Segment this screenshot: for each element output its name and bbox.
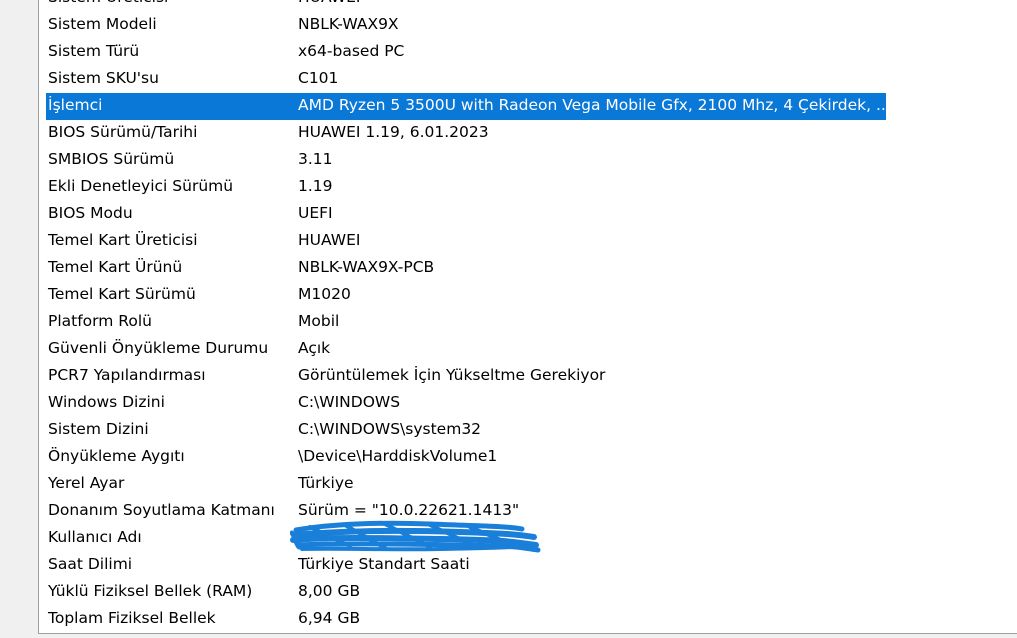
table-row[interactable]: Saat Dilimi Türkiye Standart Saati (39, 552, 1017, 579)
item-label: Yerel Ayar (48, 474, 125, 492)
item-value: x64-based PC (298, 42, 405, 60)
item-value: \Device\HarddiskVolume1 (298, 447, 498, 465)
table-row[interactable]: Yüklü Fiziksel Bellek (RAM) 8,00 GB (39, 579, 1017, 606)
item-value: 1.19 (298, 177, 333, 195)
table-row[interactable]: BIOS Modu UEFI (39, 201, 1017, 228)
item-label: Sistem SKU'su (48, 69, 159, 87)
table-row[interactable]: PCR7 Yapılandırması Görüntülemek İçin Yük… (39, 363, 1017, 390)
item-label: PCR7 Yapılandırması (48, 366, 206, 384)
item-label: Windows Dizini (48, 393, 165, 411)
table-row[interactable]: Sistem Dizini C:\WINDOWS\system32 (39, 417, 1017, 444)
item-label: Temel Kart Ürünü (48, 258, 183, 276)
item-value: Görüntülemek İçin Yükseltme Gerekiyor (298, 366, 606, 384)
item-label: Platform Rolü (48, 312, 152, 330)
table-row[interactable]: Önyükleme Aygıtı \Device\HarddiskVolume1 (39, 444, 1017, 471)
item-value: UEFI (298, 204, 333, 222)
table-row[interactable]: Toplam Fiziksel Bellek 6,94 GB (39, 606, 1017, 633)
item-value: Açık (298, 339, 331, 357)
table-row[interactable]: Platform Rolü Mobil (39, 309, 1017, 336)
item-value: HUAWEI (298, 231, 361, 249)
item-value: C:\WINDOWS\system32 (298, 420, 482, 438)
item-value: NBLK-WAX9X-PCB (298, 258, 435, 276)
item-label: Sistem Modeli (48, 15, 157, 33)
item-value: HUAWEI (298, 0, 360, 6)
table-row[interactable]: SMBIOS Sürümü 3.11 (39, 147, 1017, 174)
item-label: Sistem Dizini (48, 420, 149, 438)
item-label: İşlemci (48, 96, 103, 114)
table-row[interactable]: Sistem Üreticisi HUAWEI (39, 0, 1017, 12)
table-row[interactable]: Temel Kart Ürünü NBLK-WAX9X-PCB (39, 255, 1017, 282)
item-label: Kullanıcı Adı (48, 528, 142, 546)
table-row[interactable]: Windows Dizini C:\WINDOWS (39, 390, 1017, 417)
table-row[interactable]: Temel Kart Üreticisi HUAWEI (39, 228, 1017, 255)
item-value: 6,94 GB (298, 609, 361, 627)
table-row[interactable]: Sistem Modeli NBLK-WAX9X (39, 12, 1017, 39)
system-information-window: Sistem Üreticisi HUAWEI Sistem Modeli NBLK-… (0, 0, 1017, 638)
table-row[interactable]: Temel Kart Sürümü M1020 (39, 282, 1017, 309)
item-value: 3.11 (298, 150, 333, 168)
item-label: Temel Kart Üreticisi (48, 231, 198, 249)
item-label: Toplam Fiziksel Bellek (48, 609, 216, 627)
redaction-scribble (290, 520, 541, 553)
item-label: Temel Kart Sürümü (48, 285, 196, 303)
item-value: Mobil (298, 312, 340, 330)
item-value: C101 (298, 69, 339, 87)
item-label: Saat Dilimi (48, 555, 133, 573)
item-value: 8,00 GB (298, 582, 361, 600)
item-value: AMD Ryzen 5 3500U with Radeon Vega Mobil… (298, 96, 891, 114)
item-value: NBLK-WAX9X (298, 15, 399, 33)
item-label: Sistem Üreticisi (48, 0, 168, 6)
item-label: Ekli Denetleyici Sürümü (48, 177, 234, 195)
table-row[interactable]: BIOS Sürümü/Tarihi HUAWEI 1.19, 6.01.2023 (39, 120, 1017, 147)
item-label: BIOS Modu (48, 204, 133, 222)
item-label: Donanım Soyutlama Katmanı (48, 501, 275, 519)
table-row[interactable]: Sistem Türü x64-based PC (39, 39, 1017, 66)
item-value: Sürüm = "10.0.22621.1413" (298, 501, 520, 519)
table-row[interactable]: Güvenli Önyükleme Durumu Açık (39, 336, 1017, 363)
item-label: Sistem Türü (48, 42, 140, 60)
item-value: Türkiye Standart Saati (298, 555, 470, 573)
table-row[interactable]: Sistem SKU'su C101 (39, 66, 1017, 93)
item-value: HUAWEI 1.19, 6.01.2023 (298, 123, 489, 141)
item-value: M1020 (298, 285, 351, 303)
item-value: Türkiye (298, 474, 354, 492)
item-value: C:\WINDOWS (298, 393, 401, 411)
item-label: BIOS Sürümü/Tarihi (48, 123, 198, 141)
table-row[interactable]: Ekli Denetleyici Sürümü 1.19 (39, 174, 1017, 201)
table-row[interactable]: İşlemci AMD Ryzen 5 3500U with Radeon Veg… (39, 93, 1017, 120)
table-row[interactable]: Yerel Ayar Türkiye (39, 471, 1017, 498)
item-label: SMBIOS Sürümü (48, 150, 175, 168)
item-label: Güvenli Önyükleme Durumu (48, 339, 269, 357)
item-label: Önyükleme Aygıtı (48, 447, 185, 465)
item-label: Yüklü Fiziksel Bellek (RAM) (48, 582, 253, 600)
